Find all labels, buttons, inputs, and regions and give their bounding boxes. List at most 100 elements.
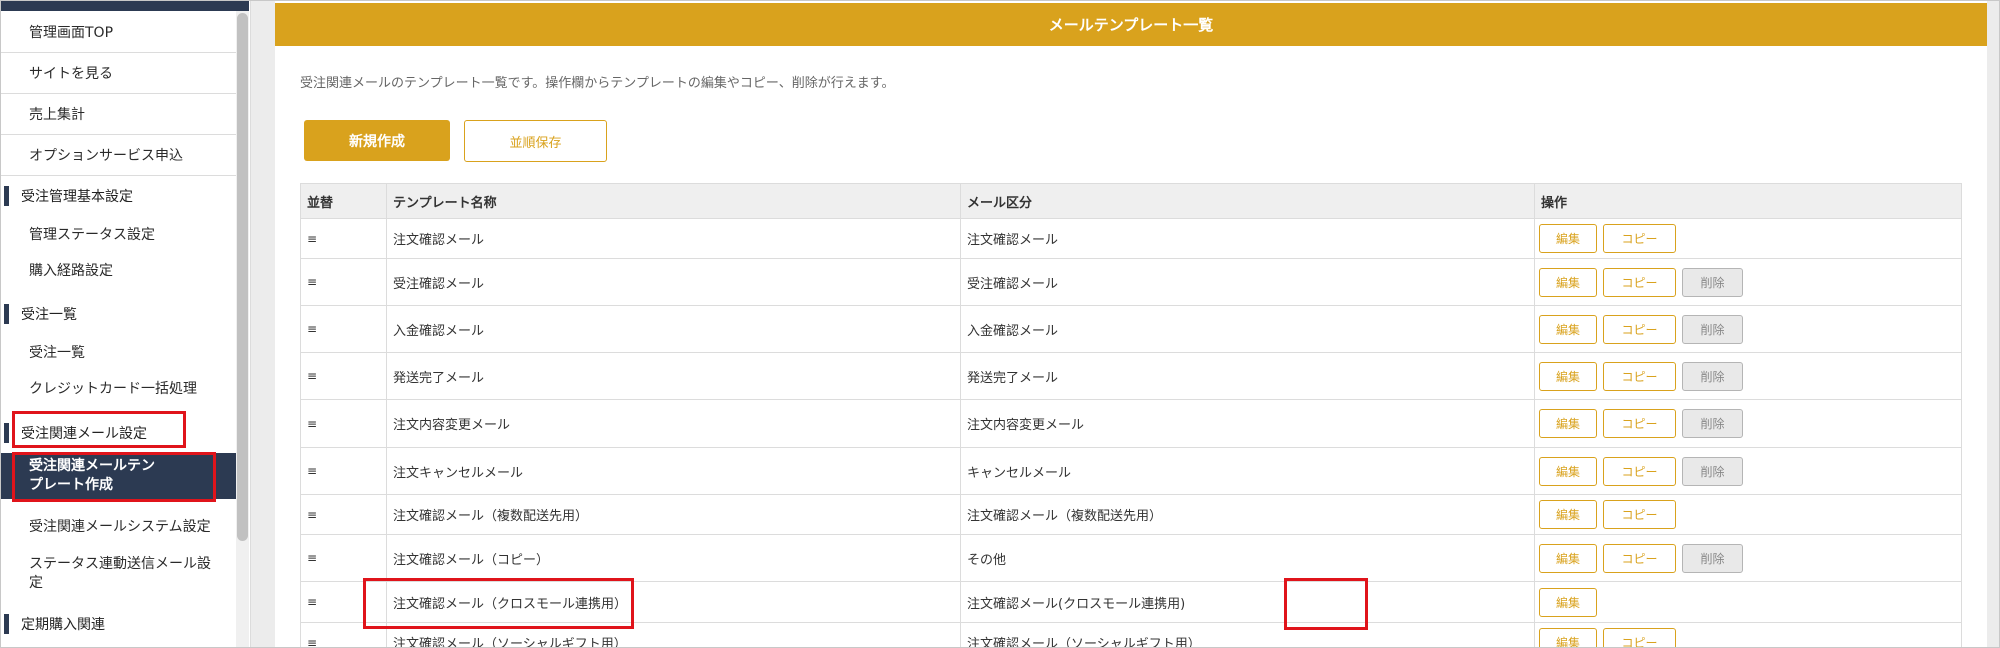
- sidebar-item-order-list[interactable]: 受注一覧: [1, 337, 236, 367]
- copy-button[interactable]: コピー: [1603, 628, 1676, 647]
- edit-button[interactable]: 編集: [1539, 543, 1597, 573]
- sidebar-item-sales[interactable]: 売上集計: [1, 94, 236, 135]
- header-mail-type: メール区分: [960, 183, 1535, 219]
- drag-handle-icon[interactable]: ≡: [300, 622, 387, 647]
- sidebar-item-mail-system[interactable]: 受注関連メールシステム設定: [1, 511, 236, 541]
- actions-cell: 編集 コピー: [1534, 494, 1962, 535]
- sidebar: 管理画面TOP サイトを見る 売上集計 オプションサービス申込 受注管理基本設定…: [1, 1, 251, 647]
- panel-title: メールテンプレート一覧: [275, 3, 1987, 46]
- mail-type-cell: 受注確認メール: [960, 258, 1535, 306]
- sidebar-section-title: 受注関連メール設定: [21, 426, 147, 442]
- sidebar-section-title: 定期購入関連: [21, 617, 105, 633]
- delete-button[interactable]: 削除: [1682, 409, 1743, 438]
- drag-handle-icon[interactable]: ≡: [300, 352, 387, 400]
- sidebar-item-label: ステータス連動送信メール設定: [29, 556, 211, 591]
- mail-type-cell: 注文確認メール（ソーシャルギフト用）: [960, 622, 1535, 647]
- table-row: ≡ 注文確認メール 注文確認メール 編集 コピー: [300, 218, 1962, 259]
- copy-button[interactable]: コピー: [1603, 456, 1676, 486]
- sidebar-item-mail-template[interactable]: 受注関連メールテンプレート作成: [1, 453, 236, 499]
- copy-button[interactable]: コピー: [1603, 224, 1676, 253]
- copy-button[interactable]: コピー: [1603, 543, 1676, 573]
- actions-cell: 編集 コピー 削除: [1534, 447, 1962, 495]
- sidebar-scrollbar-thumb[interactable]: [237, 13, 248, 541]
- delete-button[interactable]: 削除: [1682, 361, 1743, 391]
- table-row: ≡ 注文確認メール（複数配送先用） 注文確認メール（複数配送先用） 編集 コピー: [300, 494, 1962, 535]
- delete-button[interactable]: 削除: [1682, 543, 1743, 573]
- edit-button[interactable]: 編集: [1539, 409, 1597, 438]
- copy-button[interactable]: コピー: [1603, 409, 1676, 438]
- template-name-cell: 注文確認メール: [386, 218, 961, 259]
- sidebar-item-purchase-route[interactable]: 購入経路設定: [1, 255, 236, 285]
- drag-handle-icon[interactable]: ≡: [300, 494, 387, 535]
- mail-type-cell: キャンセルメール: [960, 447, 1535, 495]
- delete-button[interactable]: 削除: [1682, 314, 1743, 344]
- drag-handle-icon[interactable]: ≡: [300, 258, 387, 306]
- edit-button[interactable]: 編集: [1539, 267, 1597, 297]
- drag-handle-icon[interactable]: ≡: [300, 218, 387, 259]
- sidebar-item-status-settings[interactable]: 管理ステータス設定: [1, 219, 236, 249]
- template-name-cell: 注文内容変更メール: [386, 399, 961, 448]
- sidebar-section-order-list: 受注一覧: [1, 299, 236, 329]
- mail-type-cell: その他: [960, 534, 1535, 582]
- drag-handle-icon[interactable]: ≡: [300, 399, 387, 448]
- edit-button[interactable]: 編集: [1539, 361, 1597, 391]
- edit-button[interactable]: 編集: [1539, 456, 1597, 486]
- edit-button[interactable]: 編集: [1539, 500, 1597, 529]
- mail-type-cell: 注文確認メール(クロスモール連携用): [960, 581, 1535, 623]
- drag-handle-icon[interactable]: ≡: [300, 447, 387, 495]
- sidebar-item-option-service[interactable]: オプションサービス申込: [1, 135, 236, 176]
- drag-handle-icon[interactable]: ≡: [300, 581, 387, 623]
- actions-cell: 編集 コピー 削除: [1534, 534, 1962, 582]
- sidebar-item-admin-top[interactable]: 管理画面TOP: [1, 11, 236, 53]
- actions-cell: 編集 コピー: [1534, 218, 1962, 259]
- new-template-button[interactable]: 新規作成: [304, 120, 450, 161]
- template-name-cell: 注文キャンセルメール: [386, 447, 961, 495]
- table-header-row: 並替 テンプレート名称 メール区分 操作: [300, 183, 1962, 219]
- main-area: メールテンプレート一覧 受注関連メールのテンプレート一覧です。操作欄からテンプレ…: [251, 1, 1999, 647]
- template-name-cell: 入金確認メール: [386, 305, 961, 353]
- table-row: ≡ 発送完了メール 発送完了メール 編集 コピー 削除: [300, 352, 1962, 400]
- header-sort: 並替: [300, 183, 387, 219]
- sidebar-section-title: 受注一覧: [21, 307, 77, 323]
- sidebar-item-label: 売上集計: [29, 107, 85, 123]
- template-table: 並替 テンプレート名称 メール区分 操作 ≡ 注文確認メール 注文確認メール 編集 コピ…: [300, 183, 1962, 647]
- template-table-wrap: 並替 テンプレート名称 メール区分 操作 ≡ 注文確認メール 注文確認メール 編集 コピ…: [300, 183, 1988, 647]
- actions-cell: 編集 コピー: [1534, 622, 1962, 647]
- edit-button[interactable]: 編集: [1539, 224, 1597, 253]
- template-name-cell: 注文確認メール（複数配送先用）: [386, 494, 961, 535]
- save-order-button[interactable]: 並順保存: [464, 120, 607, 162]
- mail-type-cell: 注文確認メール（複数配送先用）: [960, 494, 1535, 535]
- sidebar-item-status-mail[interactable]: ステータス連動送信メール設定: [1, 551, 236, 597]
- copy-button[interactable]: コピー: [1603, 314, 1676, 344]
- mail-type-cell: 注文確認メール: [960, 218, 1535, 259]
- table-row: ≡ 受注確認メール 受注確認メール 編集 コピー 削除: [300, 258, 1962, 306]
- table-row: ≡ 注文キャンセルメール キャンセルメール 編集 コピー 削除: [300, 447, 1962, 495]
- table-row: ≡ 注文確認メール（クロスモール連携用） 注文確認メール(クロスモール連携用) 編集: [300, 581, 1962, 623]
- copy-button[interactable]: コピー: [1603, 361, 1676, 391]
- table-row: ≡ 注文確認メール（ソーシャルギフト用） 注文確認メール（ソーシャルギフト用） 編集コ…: [300, 622, 1962, 647]
- copy-button[interactable]: コピー: [1603, 500, 1676, 529]
- template-name-cell: 注文確認メール（コピー）: [386, 534, 961, 582]
- edit-button[interactable]: 編集: [1539, 628, 1597, 647]
- sidebar-item-label: 受注関連メールテンプレート作成: [29, 458, 155, 493]
- delete-button[interactable]: 削除: [1682, 456, 1743, 486]
- drag-handle-icon[interactable]: ≡: [300, 534, 387, 582]
- copy-button[interactable]: コピー: [1603, 267, 1676, 297]
- table-row: ≡ 注文内容変更メール 注文内容変更メール 編集 コピー 削除: [300, 399, 1962, 448]
- sidebar-item-credit-batch[interactable]: クレジットカード一括処理: [1, 373, 236, 403]
- template-list-panel: メールテンプレート一覧 受注関連メールのテンプレート一覧です。操作欄からテンプレ…: [275, 1, 1988, 647]
- sidebar-item-view-site[interactable]: サイトを見る: [1, 53, 236, 94]
- header-template-name: テンプレート名称: [386, 183, 961, 219]
- header-actions: 操作: [1534, 183, 1962, 219]
- edit-button[interactable]: 編集: [1539, 314, 1597, 344]
- sidebar-item-label: オプションサービス申込: [29, 148, 183, 164]
- sidebar-item-label: 受注一覧: [29, 345, 85, 361]
- drag-handle-icon[interactable]: ≡: [300, 305, 387, 353]
- delete-button[interactable]: 削除: [1682, 267, 1743, 297]
- edit-button[interactable]: 編集: [1539, 587, 1597, 617]
- sidebar-item-label: サイトを見る: [29, 66, 113, 82]
- table-row: ≡ 注文確認メール（コピー） その他 編集 コピー 削除: [300, 534, 1962, 582]
- mail-type-cell: 入金確認メール: [960, 305, 1535, 353]
- sidebar-section-mail-settings: 受注関連メール設定: [1, 417, 236, 449]
- mail-type-cell: 発送完了メール: [960, 352, 1535, 400]
